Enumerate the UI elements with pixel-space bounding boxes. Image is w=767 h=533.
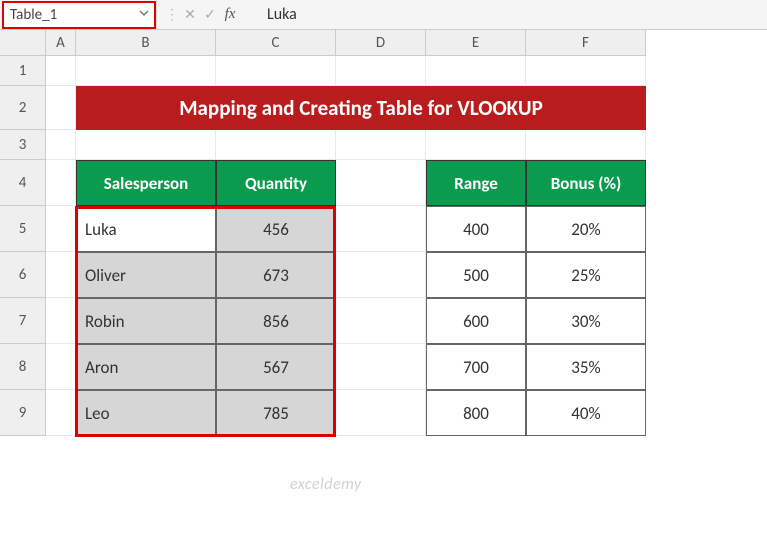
cell[interactable] bbox=[46, 298, 76, 344]
table1-cell[interactable]: 673 bbox=[216, 252, 336, 298]
name-box[interactable]: Table_1 bbox=[4, 6, 134, 24]
row-header-4[interactable]: 4 bbox=[0, 160, 46, 206]
page-title: Mapping and Creating Table for VLOOKUP bbox=[76, 86, 646, 130]
cell[interactable] bbox=[336, 344, 426, 390]
cell[interactable] bbox=[46, 160, 76, 206]
cancel-icon[interactable]: ✕ bbox=[181, 6, 199, 23]
table1-cell[interactable]: Robin bbox=[76, 298, 216, 344]
cell[interactable] bbox=[336, 56, 426, 86]
cell[interactable] bbox=[76, 56, 216, 86]
table2-cell[interactable]: 20% bbox=[526, 206, 646, 252]
fx-icon[interactable]: fx bbox=[221, 6, 239, 23]
cell[interactable] bbox=[46, 130, 76, 160]
cell[interactable] bbox=[216, 56, 336, 86]
table2-cell[interactable]: 30% bbox=[526, 298, 646, 344]
row-header-3[interactable]: 3 bbox=[0, 130, 46, 160]
table1-cell[interactable]: Luka bbox=[76, 206, 216, 252]
cell[interactable] bbox=[46, 344, 76, 390]
row-header-5[interactable]: 5 bbox=[0, 206, 46, 252]
table2-header-range[interactable]: Range bbox=[426, 160, 526, 206]
cell[interactable] bbox=[46, 86, 76, 130]
formula-bar: Table_1 ⋮ ✕ ✓ fx Luka bbox=[0, 0, 767, 30]
cell[interactable] bbox=[46, 56, 76, 86]
table1-header-salesperson[interactable]: Salesperson bbox=[76, 160, 216, 206]
cell[interactable] bbox=[336, 206, 426, 252]
col-header-c[interactable]: C bbox=[216, 30, 336, 56]
col-header-a[interactable]: A bbox=[46, 30, 76, 56]
col-header-f[interactable]: F bbox=[526, 30, 646, 56]
table2-cell[interactable]: 35% bbox=[526, 344, 646, 390]
table1-cell[interactable]: 567 bbox=[216, 344, 336, 390]
cell[interactable] bbox=[216, 130, 336, 160]
col-header-b[interactable]: B bbox=[76, 30, 216, 56]
name-box-highlight: Table_1 bbox=[2, 1, 156, 29]
dots-icon: ⋮ bbox=[165, 6, 179, 23]
watermark: exceldemy bbox=[290, 475, 362, 494]
table2-cell[interactable]: 25% bbox=[526, 252, 646, 298]
row-header-6[interactable]: 6 bbox=[0, 252, 46, 298]
table2-cell[interactable]: 400 bbox=[426, 206, 526, 252]
name-box-dropdown-icon[interactable] bbox=[134, 7, 154, 23]
table1-cell[interactable]: 785 bbox=[216, 390, 336, 436]
table1-cell[interactable]: 856 bbox=[216, 298, 336, 344]
cell[interactable] bbox=[336, 160, 426, 206]
row-header-9[interactable]: 9 bbox=[0, 390, 46, 436]
select-all-corner[interactable] bbox=[0, 30, 46, 56]
table1-cell[interactable]: 456 bbox=[216, 206, 336, 252]
table2-cell[interactable]: 800 bbox=[426, 390, 526, 436]
formula-buttons: ⋮ ✕ ✓ fx bbox=[156, 0, 247, 29]
col-header-d[interactable]: D bbox=[336, 30, 426, 56]
cell[interactable] bbox=[336, 390, 426, 436]
col-header-e[interactable]: E bbox=[426, 30, 526, 56]
table2-cell[interactable]: 500 bbox=[426, 252, 526, 298]
table1-cell[interactable]: Oliver bbox=[76, 252, 216, 298]
cell[interactable] bbox=[426, 56, 526, 86]
table2-cell[interactable]: 600 bbox=[426, 298, 526, 344]
row-header-2[interactable]: 2 bbox=[0, 86, 46, 130]
table1-cell[interactable]: Aron bbox=[76, 344, 216, 390]
cell[interactable] bbox=[76, 130, 216, 160]
cell[interactable] bbox=[526, 130, 646, 160]
row-header-7[interactable]: 7 bbox=[0, 298, 46, 344]
row-header-1[interactable]: 1 bbox=[0, 56, 46, 86]
cell[interactable] bbox=[46, 390, 76, 436]
table1-cell[interactable]: Leo bbox=[76, 390, 216, 436]
row-header-8[interactable]: 8 bbox=[0, 344, 46, 390]
formula-input[interactable]: Luka bbox=[247, 5, 297, 24]
table1-header-quantity[interactable]: Quantity bbox=[216, 160, 336, 206]
table2-header-bonus[interactable]: Bonus (%) bbox=[526, 160, 646, 206]
enter-icon[interactable]: ✓ bbox=[201, 6, 219, 23]
cell[interactable] bbox=[426, 130, 526, 160]
cell[interactable] bbox=[336, 130, 426, 160]
spreadsheet-grid: A B C D E F 1 2 Mapping and Creating Tab… bbox=[0, 30, 767, 436]
table2-cell[interactable]: 700 bbox=[426, 344, 526, 390]
cell[interactable] bbox=[336, 298, 426, 344]
cell[interactable] bbox=[526, 56, 646, 86]
cell[interactable] bbox=[46, 252, 76, 298]
cell[interactable] bbox=[46, 206, 76, 252]
table2-cell[interactable]: 40% bbox=[526, 390, 646, 436]
cell[interactable] bbox=[336, 252, 426, 298]
